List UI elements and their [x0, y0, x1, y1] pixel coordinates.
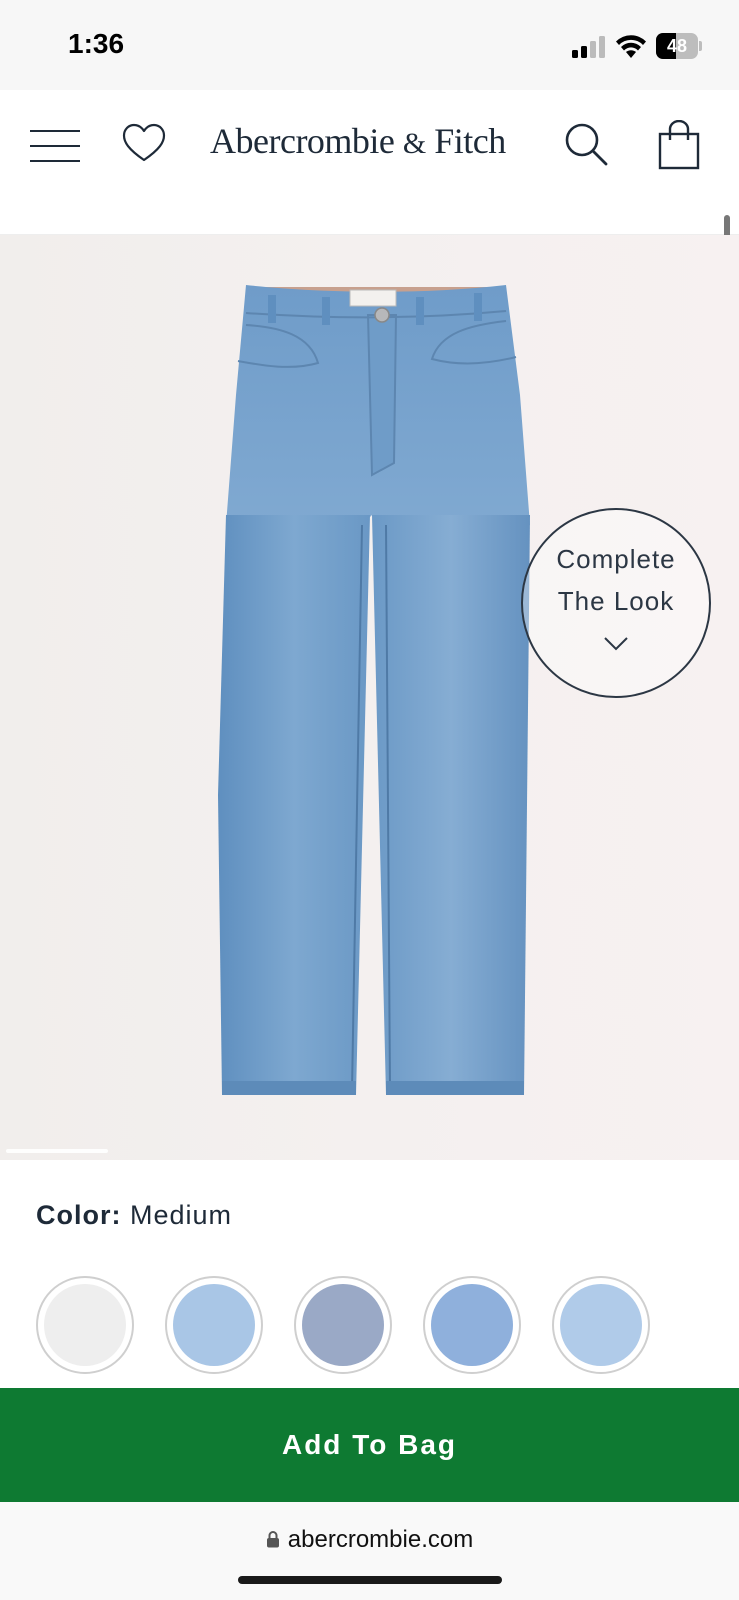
color-label: Color: Medium [36, 1200, 232, 1231]
battery-icon: 48 [656, 33, 702, 59]
color-swatch-medium-gray-blue[interactable] [294, 1276, 392, 1374]
color-swatch-list [36, 1276, 696, 1376]
complete-look-line2: The Look [557, 586, 675, 616]
color-swatch-light-blue[interactable] [165, 1276, 263, 1374]
brand-logo[interactable]: Abercrombie & Fitch [210, 120, 530, 170]
heart-icon[interactable] [120, 120, 168, 168]
battery-level: 48 [666, 36, 688, 56]
url-display[interactable]: abercrombie.com [0, 1526, 739, 1554]
brand-name-2: Fitch [434, 121, 506, 161]
browser-address-bar[interactable]: abercrombie.com [0, 1502, 739, 1600]
selected-color-value: Medium [130, 1200, 233, 1230]
carousel-indicator [6, 1149, 108, 1153]
product-image[interactable]: Complete The Look [0, 235, 739, 1160]
complete-look-line1: Complete [556, 544, 676, 574]
swatch-fill [431, 1284, 513, 1366]
swatch-fill [44, 1284, 126, 1366]
site-header: Abercrombie & Fitch [0, 90, 739, 310]
menu-icon[interactable] [30, 126, 80, 166]
wifi-icon [616, 35, 646, 58]
url-text: abercrombie.com [287, 1526, 474, 1553]
jeans-product-photo [218, 285, 530, 1095]
shopping-bag-icon[interactable] [656, 120, 702, 172]
color-swatch-medium-blue[interactable] [423, 1276, 521, 1374]
add-to-bag-button[interactable]: Add To Bag [0, 1388, 739, 1502]
color-swatch-pale-blue[interactable] [552, 1276, 650, 1374]
color-label-key: Color: [36, 1200, 122, 1230]
search-icon[interactable] [562, 120, 612, 170]
color-swatch-white[interactable] [36, 1276, 134, 1374]
brand-ampersand: & [402, 127, 426, 160]
cellular-signal-icon [572, 36, 605, 58]
status-bar: 1:36 48 [0, 0, 739, 90]
lock-icon [266, 1531, 279, 1548]
home-indicator[interactable] [238, 1576, 502, 1584]
status-time: 1:36 [68, 28, 125, 59]
complete-the-look-button[interactable]: Complete The Look [521, 508, 711, 698]
chevron-down-icon [604, 637, 628, 651]
swatch-fill [173, 1284, 255, 1366]
swatch-fill [302, 1284, 384, 1366]
brand-name: Abercrombie [210, 121, 395, 161]
swatch-fill [560, 1284, 642, 1366]
